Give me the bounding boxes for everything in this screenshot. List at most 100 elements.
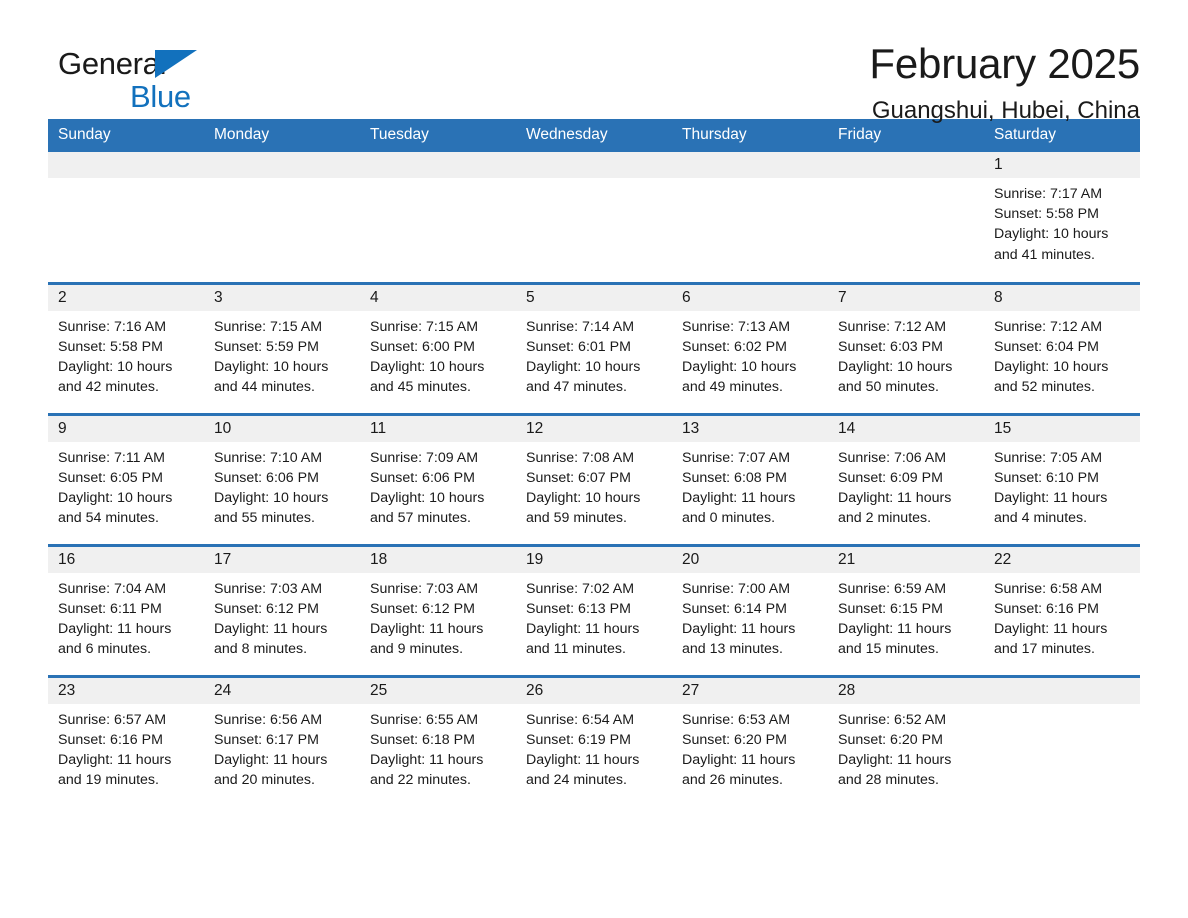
calendar-day-cell-empty: [48, 152, 204, 283]
calendar-day-cell[interactable]: 12 Sunrise: 7:08 AM Sunset: 6:07 PM Dayligh…: [516, 412, 672, 545]
sunset-text: Sunset: 6:15 PM: [838, 600, 943, 617]
day-details: Sunrise: 6:55 AM Sunset: 6:18 PM Daylight:…: [360, 704, 516, 791]
daylight-text: Daylight: 11 hours and 22 minutes.: [370, 751, 484, 789]
day-number: 2: [48, 284, 204, 311]
day-number: [48, 152, 204, 178]
daylight-text: Daylight: 11 hours and 4 minutes.: [994, 489, 1108, 527]
daylight-text: Daylight: 10 hours and 57 minutes.: [370, 489, 485, 527]
calendar-week-row: 16 Sunrise: 7:04 AM Sunset: 6:11 PM Dayligh…: [48, 543, 1140, 676]
day-number: 17: [204, 546, 360, 573]
calendar-day-cell[interactable]: 23 Sunrise: 6:57 AM Sunset: 6:16 PM Dayligh…: [48, 674, 204, 807]
sunrise-text: Sunrise: 7:03 AM: [370, 580, 479, 597]
day-number: 14: [828, 415, 984, 442]
weekday-header-thursday: Thursday: [672, 119, 828, 152]
calendar-day-cell[interactable]: 25 Sunrise: 6:55 AM Sunset: 6:18 PM Dayligh…: [360, 674, 516, 807]
calendar-week-row: 9 Sunrise: 7:11 AM Sunset: 6:05 PM Daylight…: [48, 412, 1140, 545]
day-number: 28: [828, 677, 984, 704]
sunset-text: Sunset: 6:05 PM: [58, 469, 163, 486]
day-number: 3: [204, 284, 360, 311]
calendar-day-cell[interactable]: 14 Sunrise: 7:06 AM Sunset: 6:09 PM Dayligh…: [828, 412, 984, 545]
calendar-day-cell[interactable]: 9 Sunrise: 7:11 AM Sunset: 6:05 PM Daylight…: [48, 412, 204, 545]
sunset-text: Sunset: 6:19 PM: [526, 731, 631, 748]
day-details: Sunrise: 7:11 AM Sunset: 6:05 PM Daylight:…: [48, 442, 204, 529]
weekday-header-sunday: Sunday: [48, 119, 204, 152]
day-details: Sunrise: 7:12 AM Sunset: 6:04 PM Daylight:…: [984, 311, 1140, 398]
day-number: 9: [48, 415, 204, 442]
page-header: General Blue February 2025 Guangshui, Hu…: [48, 0, 1140, 123]
daylight-text: Daylight: 11 hours and 28 minutes.: [838, 751, 952, 789]
weekday-header-tuesday: Tuesday: [360, 119, 516, 152]
day-number: [204, 152, 360, 178]
sunset-text: Sunset: 6:06 PM: [214, 469, 319, 486]
sunset-text: Sunset: 6:18 PM: [370, 731, 475, 748]
daylight-text: Daylight: 11 hours and 19 minutes.: [58, 751, 172, 789]
day-details: Sunrise: 7:05 AM Sunset: 6:10 PM Daylight:…: [984, 442, 1140, 529]
sunset-text: Sunset: 5:58 PM: [994, 206, 1099, 223]
calendar-day-cell[interactable]: 16 Sunrise: 7:04 AM Sunset: 6:11 PM Dayligh…: [48, 543, 204, 676]
sunrise-text: Sunrise: 7:16 AM: [58, 318, 167, 335]
sunset-text: Sunset: 6:03 PM: [838, 338, 943, 355]
calendar-day-cell[interactable]: 19 Sunrise: 7:02 AM Sunset: 6:13 PM Dayligh…: [516, 543, 672, 676]
calendar-day-cell[interactable]: 22 Sunrise: 6:58 AM Sunset: 6:16 PM Dayligh…: [984, 543, 1140, 676]
calendar-day-cell[interactable]: 24 Sunrise: 6:56 AM Sunset: 6:17 PM Dayligh…: [204, 674, 360, 807]
day-details: Sunrise: 7:08 AM Sunset: 6:07 PM Daylight:…: [516, 442, 672, 529]
sunset-text: Sunset: 6:07 PM: [526, 469, 631, 486]
calendar-week-row: 23 Sunrise: 6:57 AM Sunset: 6:16 PM Dayligh…: [48, 674, 1140, 807]
sunset-text: Sunset: 6:12 PM: [370, 600, 475, 617]
day-details: Sunrise: 7:09 AM Sunset: 6:06 PM Daylight:…: [360, 442, 516, 529]
day-details: Sunrise: 7:15 AM Sunset: 6:00 PM Daylight:…: [360, 311, 516, 398]
calendar-day-cell[interactable]: 4 Sunrise: 7:15 AM Sunset: 6:00 PM Daylight…: [360, 281, 516, 414]
calendar-day-cell[interactable]: 7 Sunrise: 7:12 AM Sunset: 6:03 PM Daylight…: [828, 281, 984, 414]
calendar-day-cell[interactable]: 13 Sunrise: 7:07 AM Sunset: 6:08 PM Dayligh…: [672, 412, 828, 545]
day-details: Sunrise: 7:13 AM Sunset: 6:02 PM Daylight:…: [672, 311, 828, 398]
sunrise-text: Sunrise: 7:00 AM: [682, 580, 791, 597]
sunrise-text: Sunrise: 7:10 AM: [214, 449, 323, 466]
day-details: Sunrise: 6:53 AM Sunset: 6:20 PM Daylight:…: [672, 704, 828, 791]
day-number: 11: [360, 415, 516, 442]
day-details: Sunrise: 6:57 AM Sunset: 6:16 PM Daylight:…: [48, 704, 204, 791]
sunset-text: Sunset: 6:13 PM: [526, 600, 631, 617]
calendar-day-cell[interactable]: 10 Sunrise: 7:10 AM Sunset: 6:06 PM Dayligh…: [204, 412, 360, 545]
day-details: Sunrise: 7:03 AM Sunset: 6:12 PM Daylight:…: [360, 573, 516, 660]
day-number: 4: [360, 284, 516, 311]
calendar-day-cell[interactable]: 1 Sunrise: 7:17 AM Sunset: 5:58 PM Daylight…: [984, 152, 1140, 283]
day-number: [984, 677, 1140, 704]
sunset-text: Sunset: 6:20 PM: [682, 731, 787, 748]
calendar-day-cell[interactable]: 5 Sunrise: 7:14 AM Sunset: 6:01 PM Daylight…: [516, 281, 672, 414]
calendar-day-cell[interactable]: 27 Sunrise: 6:53 AM Sunset: 6:20 PM Dayligh…: [672, 674, 828, 807]
calendar-day-cell[interactable]: 11 Sunrise: 7:09 AM Sunset: 6:06 PM Dayligh…: [360, 412, 516, 545]
calendar-day-cell[interactable]: 6 Sunrise: 7:13 AM Sunset: 6:02 PM Daylight…: [672, 281, 828, 414]
calendar-day-cell[interactable]: 3 Sunrise: 7:15 AM Sunset: 5:59 PM Daylight…: [204, 281, 360, 414]
daylight-text: Daylight: 10 hours and 59 minutes.: [526, 489, 641, 527]
sunrise-text: Sunrise: 7:15 AM: [370, 318, 479, 335]
day-number: 1: [984, 152, 1140, 178]
calendar-day-cell[interactable]: 21 Sunrise: 6:59 AM Sunset: 6:15 PM Dayligh…: [828, 543, 984, 676]
sunset-text: Sunset: 6:00 PM: [370, 338, 475, 355]
daylight-text: Daylight: 11 hours and 11 minutes.: [526, 620, 640, 658]
calendar-day-cell[interactable]: 18 Sunrise: 7:03 AM Sunset: 6:12 PM Dayligh…: [360, 543, 516, 676]
day-number: 21: [828, 546, 984, 573]
daylight-text: Daylight: 10 hours and 45 minutes.: [370, 358, 485, 396]
day-details: Sunrise: 7:02 AM Sunset: 6:13 PM Daylight:…: [516, 573, 672, 660]
sunrise-text: Sunrise: 7:13 AM: [682, 318, 791, 335]
sunset-text: Sunset: 6:14 PM: [682, 600, 787, 617]
sunrise-text: Sunrise: 6:58 AM: [994, 580, 1103, 597]
day-details: Sunrise: 7:14 AM Sunset: 6:01 PM Daylight:…: [516, 311, 672, 398]
sunset-text: Sunset: 6:12 PM: [214, 600, 319, 617]
calendar-day-cell[interactable]: 15 Sunrise: 7:05 AM Sunset: 6:10 PM Dayligh…: [984, 412, 1140, 545]
day-number: 12: [516, 415, 672, 442]
weekday-header-wednesday: Wednesday: [516, 119, 672, 152]
calendar-day-cell[interactable]: 17 Sunrise: 7:03 AM Sunset: 6:12 PM Dayligh…: [204, 543, 360, 676]
calendar-day-cell[interactable]: 26 Sunrise: 6:54 AM Sunset: 6:19 PM Dayligh…: [516, 674, 672, 807]
calendar-day-cell[interactable]: 2 Sunrise: 7:16 AM Sunset: 5:58 PM Daylight…: [48, 281, 204, 414]
day-number: 26: [516, 677, 672, 704]
day-details: Sunrise: 6:54 AM Sunset: 6:19 PM Daylight:…: [516, 704, 672, 791]
day-number: 6: [672, 284, 828, 311]
calendar-day-cell[interactable]: 20 Sunrise: 7:00 AM Sunset: 6:14 PM Dayligh…: [672, 543, 828, 676]
calendar-day-cell[interactable]: 8 Sunrise: 7:12 AM Sunset: 6:04 PM Daylight…: [984, 281, 1140, 414]
day-number: 10: [204, 415, 360, 442]
calendar-day-cell-empty: [204, 152, 360, 283]
sunrise-text: Sunrise: 6:56 AM: [214, 711, 323, 728]
calendar-day-cell[interactable]: 28 Sunrise: 6:52 AM Sunset: 6:20 PM Dayligh…: [828, 674, 984, 807]
calendar-day-cell-empty: [828, 152, 984, 283]
